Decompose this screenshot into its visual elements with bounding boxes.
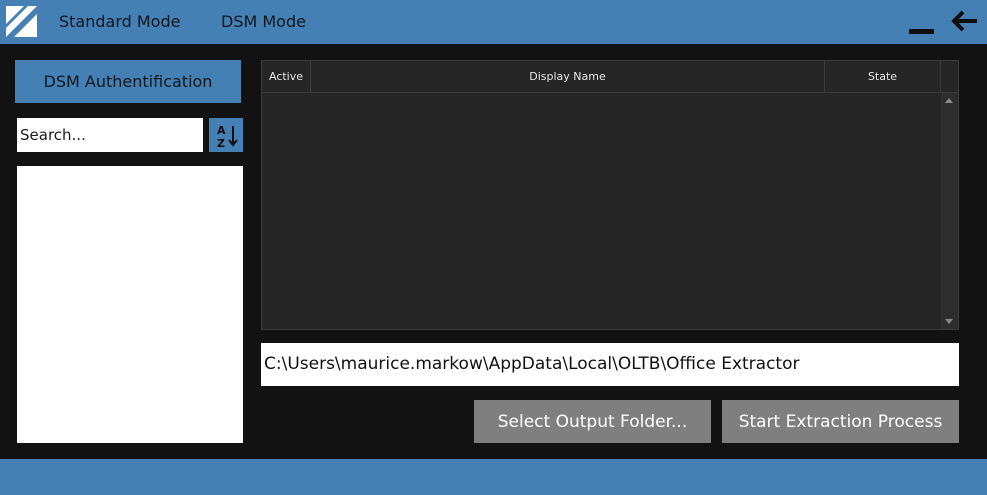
grid-header: Active Display Name State [262, 61, 941, 93]
title-bar: Standard Mode DSM Mode [0, 0, 987, 44]
status-bar [0, 459, 987, 495]
minimize-icon[interactable] [909, 29, 934, 34]
output-path-field[interactable]: C:\Users\maurice.markow\AppData\Local\OL… [261, 343, 959, 386]
column-header-active[interactable]: Active [262, 61, 311, 92]
select-output-folder-button[interactable]: Select Output Folder... [474, 400, 711, 443]
sort-az-icon[interactable]: A Z [209, 118, 243, 152]
svg-text:A: A [217, 124, 226, 137]
scroll-up-icon[interactable] [945, 98, 953, 103]
scroll-down-icon[interactable] [945, 319, 953, 324]
app-logo-icon [6, 6, 37, 37]
arrow-left-icon[interactable] [949, 8, 981, 36]
vertical-scrollbar[interactable] [941, 93, 958, 329]
start-extraction-button[interactable]: Start Extraction Process [722, 400, 959, 443]
column-header-state[interactable]: State [825, 61, 941, 92]
tab-standard-mode[interactable]: Standard Mode [59, 11, 180, 33]
item-list[interactable] [17, 166, 243, 443]
column-header-display-name[interactable]: Display Name [311, 61, 825, 92]
data-grid[interactable]: Active Display Name State [261, 60, 959, 330]
svg-text:Z: Z [217, 137, 225, 150]
search-input[interactable] [17, 118, 203, 152]
tab-dsm-mode[interactable]: DSM Mode [221, 11, 306, 33]
dsm-authentification-button[interactable]: DSM Authentification [15, 60, 241, 103]
header-corner [941, 61, 958, 93]
